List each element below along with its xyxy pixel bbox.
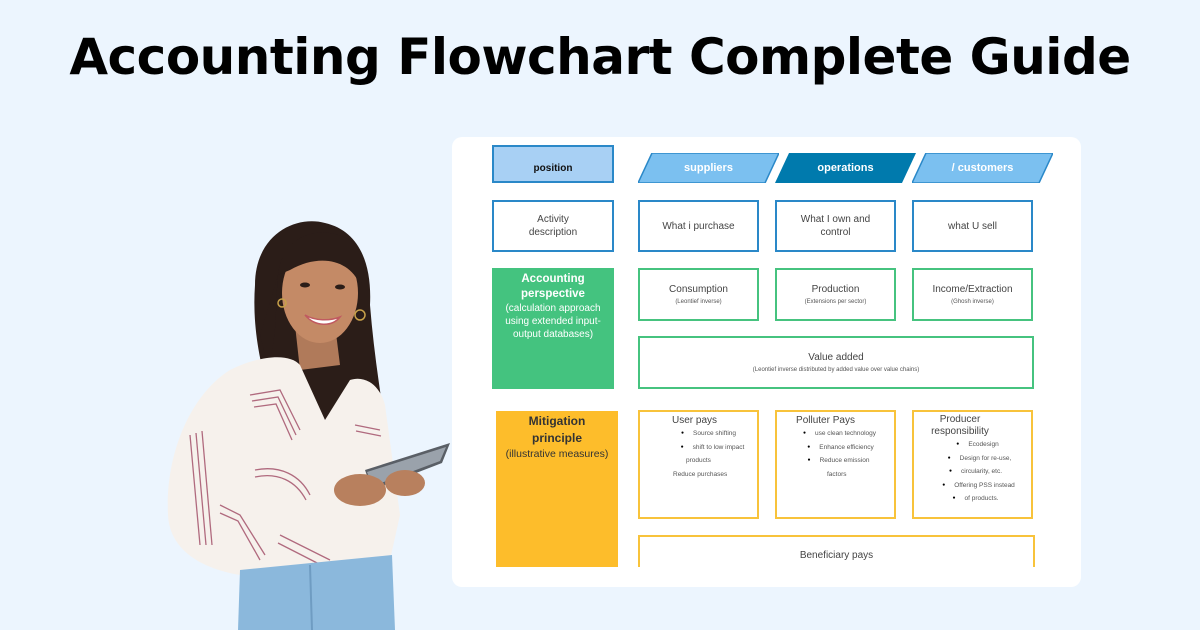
measure-item: Source shifting bbox=[660, 427, 757, 441]
suppliers-header: suppliers bbox=[638, 153, 779, 183]
measure-item: Enhance efficiency bbox=[787, 441, 894, 455]
producer-responsibility-cell: Producer responsibility Ecodesign Design… bbox=[912, 410, 1033, 519]
measure-list: Polluter Pays use clean technology Enhan… bbox=[777, 412, 894, 481]
beneficiary-pays-cell: Beneficiary pays bbox=[638, 535, 1035, 567]
mitigation-principle-label: Mitigation principle (illustrative measu… bbox=[496, 411, 618, 567]
person-photo bbox=[167, 221, 450, 630]
accounting-perspective-label: Accounting perspective (calculation appr… bbox=[492, 268, 614, 389]
measure-item: Reduce purchases bbox=[673, 470, 728, 478]
income-extraction-cell: Income/Extraction (Ghosh inverse) bbox=[912, 268, 1033, 321]
user-pays-cell: User pays Source shifting shift to low i… bbox=[638, 410, 759, 519]
measure-item: Design for re-use, bbox=[928, 452, 1031, 466]
measure-item: Ecodesign bbox=[924, 438, 1031, 452]
accounting-flowchart: position suppliers operations / customer… bbox=[452, 137, 1081, 567]
measure-item: Reduce emission bbox=[783, 454, 894, 468]
activity-description-label: Activity description bbox=[492, 200, 614, 252]
measure-item: factors bbox=[827, 470, 847, 478]
customers-header: / customers bbox=[912, 153, 1053, 183]
activity-cell-purchase: What i purchase bbox=[638, 200, 759, 252]
measure-item: use clean technology bbox=[785, 427, 894, 441]
measure-list: Producer responsibility Ecodesign Design… bbox=[914, 412, 1031, 506]
page-title: Accounting Flowchart Complete Guide bbox=[69, 28, 1131, 86]
measure-item: of products. bbox=[920, 492, 1031, 506]
activity-cell-sell: what U sell bbox=[912, 200, 1033, 252]
consumption-cell: Consumption (Leontief inverse) bbox=[638, 268, 759, 321]
activity-cell-own: What I own and control bbox=[775, 200, 896, 252]
measure-item: circularity, etc. bbox=[920, 465, 1031, 479]
measure-item: shift to low impact bbox=[668, 441, 757, 455]
measure-item: products bbox=[686, 457, 711, 464]
operations-header: operations bbox=[775, 153, 916, 183]
diagram-card: position suppliers operations / customer… bbox=[452, 137, 1081, 587]
production-cell: Production (Extensions per sector) bbox=[775, 268, 896, 321]
value-chain-position-label: position bbox=[492, 145, 614, 183]
value-added-cell: Value added (Leontief inverse distribute… bbox=[638, 336, 1034, 389]
measure-list: User pays Source shifting shift to low i… bbox=[640, 412, 757, 481]
measure-item: Offering PSS instead bbox=[926, 479, 1031, 493]
polluter-pays-cell: Polluter Pays use clean technology Enhan… bbox=[775, 410, 896, 519]
